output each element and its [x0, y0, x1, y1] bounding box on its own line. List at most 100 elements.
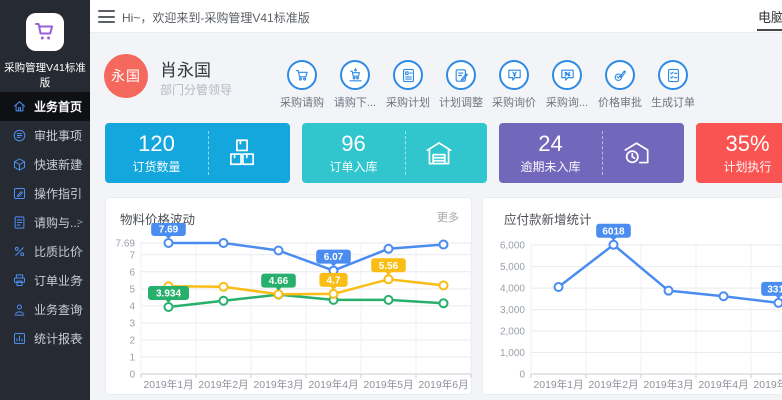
stat-value: 35% [725, 132, 769, 156]
blue-series-point [440, 241, 448, 249]
svg-text:2019年4月: 2019年4月 [308, 378, 358, 391]
payables-chart: 01,0002,0003,0004,0005,0006,0002019年1月20… [483, 223, 782, 396]
svg-text:2019年3月: 2019年3月 [643, 378, 693, 391]
inquiry2-icon [559, 67, 576, 84]
chevron-right-icon: > [77, 304, 83, 315]
chevron-right-icon: > [77, 275, 83, 286]
svg-text:3.934: 3.934 [156, 288, 181, 299]
quick-action-label: 请购下... [328, 94, 382, 110]
query-icon [12, 302, 27, 317]
quick-action-2[interactable]: 采购计划 [381, 60, 435, 110]
svg-text:6.07: 6.07 [324, 252, 344, 263]
svg-text:4.66: 4.66 [269, 276, 289, 287]
quick-action-6[interactable]: 价格审批 [593, 60, 647, 110]
quick-action-label: 采购询... [540, 94, 594, 110]
stat-value: 120 [138, 132, 175, 156]
quick-action-1[interactable]: 请购下... [328, 60, 382, 110]
svg-text:6: 6 [129, 267, 135, 278]
svg-text:7.69: 7.69 [159, 225, 179, 236]
stat-value: 96 [341, 132, 365, 156]
sidebar-item-1[interactable]: 审批事项 [0, 121, 90, 150]
svg-text:0: 0 [129, 370, 135, 381]
sidebar-item-7[interactable]: 业务查询> [0, 295, 90, 324]
sidebar-item-label: 请购与... [34, 214, 80, 231]
quick-action-label: 采购计划 [381, 94, 435, 110]
boxes-icon [225, 136, 259, 170]
topbar: Hi~，欢迎来到-采购管理V41标准版 电脑 [90, 0, 782, 33]
quick-action-7[interactable]: 生成订单 [646, 60, 700, 110]
hamburger-menu-icon[interactable] [98, 10, 115, 23]
sidebar-item-4[interactable]: 请购与...> [0, 208, 90, 237]
welcome-text: Hi~，欢迎来到-采购管理V41标准版 [122, 9, 310, 26]
svg-text:2,000: 2,000 [500, 327, 525, 338]
stat-card-0[interactable]: 120订货数量 [105, 123, 290, 183]
svg-text:2019年2月: 2019年2月 [198, 378, 248, 391]
quick-action-4[interactable]: 采购询价 [487, 60, 541, 110]
svg-text:2: 2 [129, 335, 135, 346]
user-name: 肖永国 [160, 56, 211, 81]
quick-action-3[interactable]: 计划调整 [434, 60, 488, 110]
cart-icon [294, 67, 311, 84]
sidebar: 采购管理V41标准版 业务首页审批事项快速新建>操作指引请购与...>比质比价>… [0, 0, 90, 400]
overdue-icon [619, 136, 653, 170]
stat-card-3[interactable]: 35%计划执行 [696, 123, 782, 183]
sidebar-item-label: 审批事项 [34, 127, 82, 144]
sidebar-nav: 业务首页审批事项快速新建>操作指引请购与...>比质比价>订单业务>业务查询>统… [0, 92, 90, 353]
quick-action-5[interactable]: 采购询... [540, 60, 594, 110]
gen-order-icon [665, 67, 682, 84]
plan-icon [400, 67, 417, 84]
price-approve-icon [612, 67, 629, 84]
svg-text:2019年5月: 2019年5月 [753, 378, 782, 391]
green-series-point [165, 303, 173, 311]
avatar: 永国 [104, 54, 148, 98]
sidebar-item-label: 业务首页 [34, 98, 82, 115]
blue-series-point [165, 239, 173, 247]
payables-series-point [720, 292, 728, 300]
svg-text:2019年1月: 2019年1月 [143, 378, 193, 391]
payables-series-point [555, 283, 563, 291]
svg-text:2019年1月: 2019年1月 [533, 378, 583, 391]
svg-text:2019年3月: 2019年3月 [253, 378, 303, 391]
svg-text:2019年5月: 2019年5月 [363, 378, 413, 391]
quick-action-label: 价格审批 [593, 94, 647, 110]
svg-text:1,000: 1,000 [500, 348, 525, 359]
sidebar-item-8[interactable]: 统计报表> [0, 324, 90, 353]
chevron-right-icon: > [77, 246, 83, 257]
yellow-series-point [220, 283, 228, 291]
yellow-series-point [330, 290, 338, 298]
svg-text:5.56: 5.56 [379, 261, 399, 272]
home-icon [12, 99, 27, 114]
inquiry-icon [506, 67, 523, 84]
stat-card-2[interactable]: 24逾期未入库 [499, 123, 684, 183]
sidebar-item-3[interactable]: 操作指引 [0, 179, 90, 208]
sidebar-item-5[interactable]: 比质比价> [0, 237, 90, 266]
svg-text:2019年6月: 2019年6月 [418, 378, 468, 391]
svg-text:2019年2月: 2019年2月 [588, 378, 638, 391]
svg-text:4.7: 4.7 [327, 275, 341, 286]
blue-series-point [275, 246, 283, 254]
dashed-separator [405, 131, 406, 175]
svg-text:2019年4月: 2019年4月 [698, 378, 748, 391]
sidebar-item-label: 统计报表 [34, 330, 82, 347]
payables-series-point [665, 287, 673, 295]
svg-text:5: 5 [129, 284, 135, 295]
guide-icon [12, 186, 27, 201]
svg-text:6,000: 6,000 [500, 241, 525, 252]
stat-value: 24 [538, 132, 562, 156]
tab-pc-version[interactable]: 电脑 [758, 7, 782, 26]
quick-action-0[interactable]: 采购请购 [275, 60, 329, 110]
warehouse-icon [422, 136, 456, 170]
green-series-point [220, 297, 228, 305]
sidebar-item-label: 操作指引 [34, 185, 82, 202]
svg-text:3,000: 3,000 [500, 305, 525, 316]
sidebar-item-0[interactable]: 业务首页 [0, 92, 90, 121]
cart-logo-icon [33, 20, 57, 44]
stat-card-1[interactable]: 96订单入库 [302, 123, 487, 183]
sidebar-item-2[interactable]: 快速新建> [0, 150, 90, 179]
yellow-series-point [385, 275, 393, 283]
yellow-series-point [440, 281, 448, 289]
sidebar-item-6[interactable]: 订单业务> [0, 266, 90, 295]
chevron-right-icon: > [77, 333, 83, 344]
user-role: 部门分管领导 [160, 81, 232, 98]
green-series-point [385, 296, 393, 304]
